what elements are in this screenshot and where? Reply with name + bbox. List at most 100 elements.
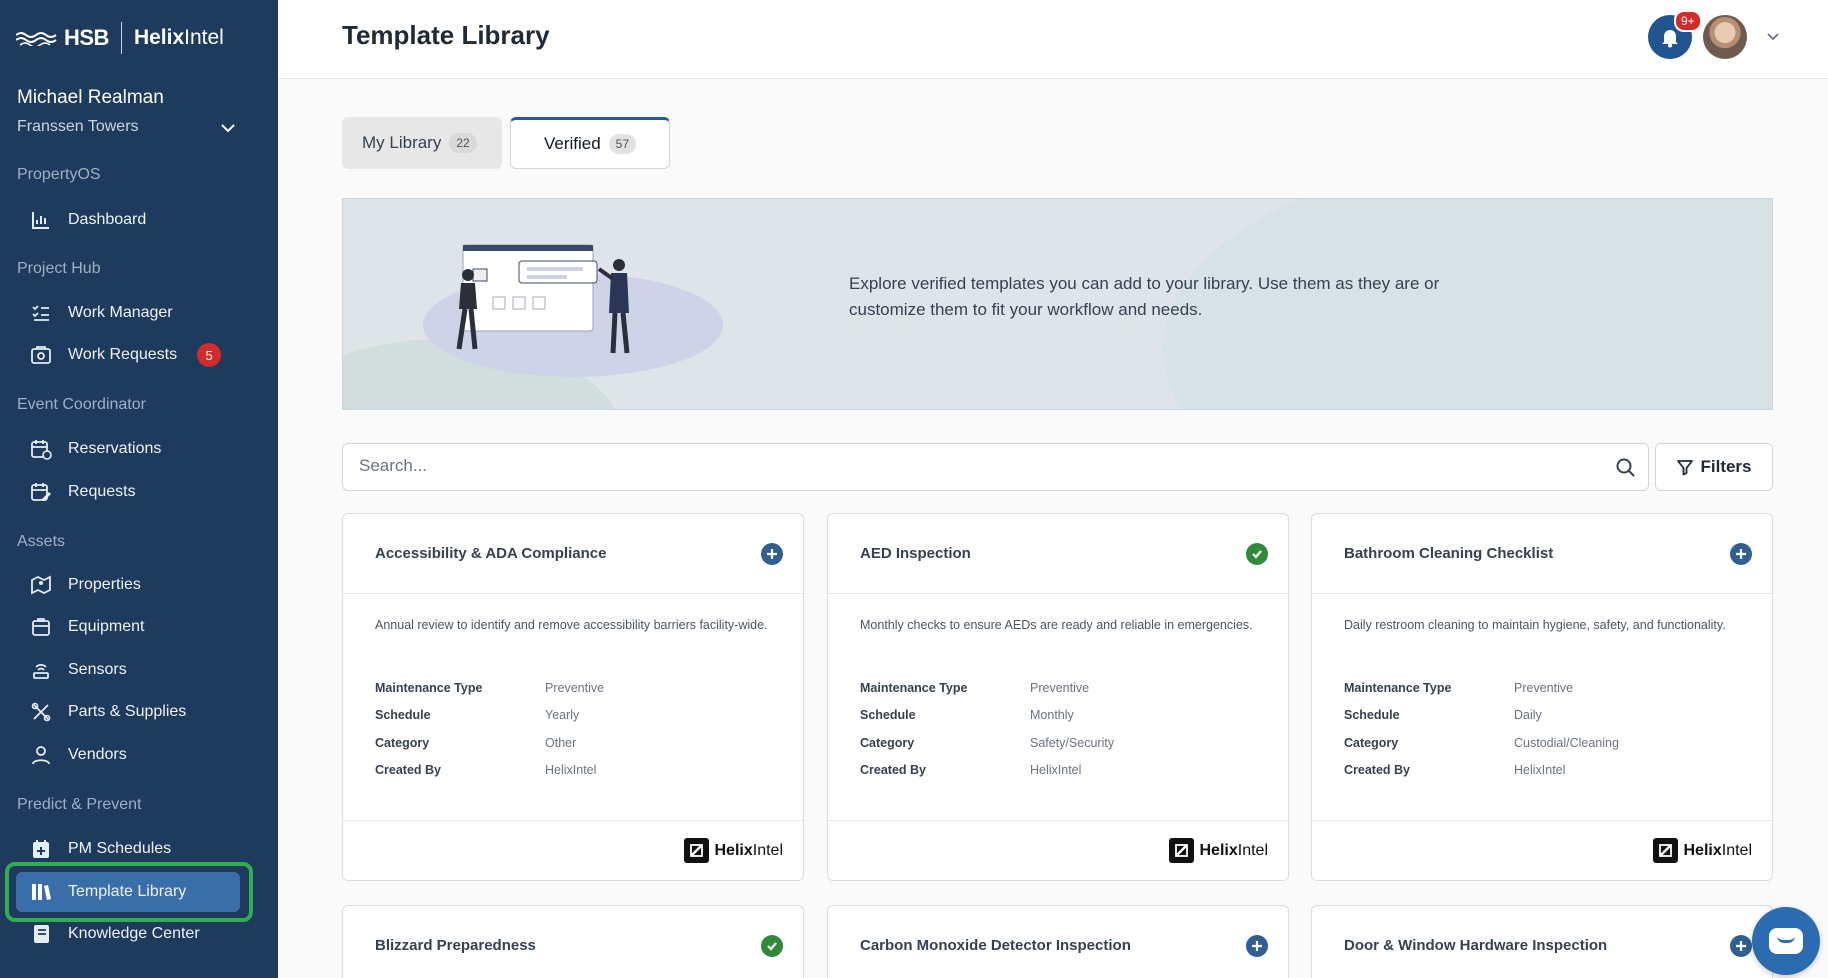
- sidebar-item-label: Requests: [68, 483, 136, 500]
- sidebar-item-vendors[interactable]: Vendors: [16, 735, 240, 775]
- sidebar-item-reservations[interactable]: Reservations: [16, 429, 240, 469]
- helixintel-logo-icon: [1168, 838, 1194, 863]
- user-name: Michael Realman: [17, 87, 164, 108]
- card-field-row: Category Safety/Security: [860, 735, 1115, 750]
- sidebar-item-label: Knowledge Center: [68, 925, 200, 942]
- sidebar-item-work-manager[interactable]: Work Manager: [16, 293, 240, 333]
- top-header: Template Library 9+: [278, 0, 1828, 79]
- add-template-button[interactable]: [761, 542, 783, 565]
- notification-count-badge: 9+: [1674, 10, 1702, 32]
- section-predict-prevent: Predict & Prevent: [17, 796, 142, 813]
- card-description: Annual review to identify and remove acc…: [375, 618, 768, 632]
- plus-icon: [1736, 940, 1746, 951]
- tools-icon: [31, 702, 51, 722]
- info-banner: Explore verified templates you can add t…: [342, 198, 1773, 410]
- template-card[interactable]: Carbon Monoxide Detector Inspection: [827, 905, 1289, 978]
- sidebar-item-label: Reservations: [68, 440, 162, 457]
- helixintel-logo-icon: [1652, 838, 1678, 863]
- tab-verified[interactable]: Verified 57: [510, 117, 670, 169]
- filter-icon: [1677, 460, 1694, 476]
- sidebar-item-equipment[interactable]: Equipment: [16, 607, 240, 647]
- card-field-row: Schedule Yearly: [375, 708, 580, 723]
- sidebar-item-sensors[interactable]: Sensors: [16, 650, 240, 690]
- helixintel-logo-icon: [683, 838, 709, 863]
- brand-divider: [120, 22, 122, 54]
- user-icon: [32, 746, 50, 765]
- card-description: Monthly checks to ensure AEDs are ready …: [860, 618, 1253, 632]
- card-header: Carbon Monoxide Detector Inspection: [828, 906, 1288, 978]
- add-template-button[interactable]: [1246, 934, 1268, 957]
- chevron-down-icon[interactable]: [1764, 27, 1782, 45]
- card-title: Blizzard Preparedness: [375, 937, 536, 954]
- page-title: Template Library: [342, 20, 550, 50]
- search-input[interactable]: [359, 456, 1559, 476]
- sidebar-item-label: Sensors: [68, 661, 127, 678]
- map-pin-icon: [31, 575, 51, 595]
- card-field-row: Created By HelixIntel: [375, 763, 597, 778]
- hsb-wordmark: HSB: [64, 25, 109, 50]
- sidebar-item-label: Work Requests: [68, 346, 178, 363]
- sidebar-item-knowledge-center[interactable]: Knowledge Center: [16, 914, 240, 954]
- chat-icon: [1769, 928, 1803, 954]
- template-card[interactable]: Accessibility & ADA Compliance Annual re…: [342, 513, 804, 881]
- hsb-waves-icon: [16, 32, 57, 46]
- sidebar-item-properties[interactable]: Properties: [16, 565, 240, 605]
- filters-button[interactable]: Filters: [1655, 443, 1773, 491]
- card-footer: HelixIntel: [1312, 820, 1772, 880]
- check-icon: [1252, 549, 1262, 559]
- template-card[interactable]: Blizzard Preparedness: [342, 905, 804, 978]
- add-template-button[interactable]: [1730, 542, 1752, 565]
- card-field-row: Maintenance Type Preventive: [1344, 680, 1574, 695]
- sensor-icon: [33, 664, 49, 679]
- equipment-icon: [32, 618, 50, 636]
- helixintel-wordmark: HelixIntel: [1199, 841, 1269, 859]
- card-title: Door & Window Hardware Inspection: [1344, 937, 1608, 954]
- brand-logo[interactable]: HSB HelixIntel: [16, 18, 224, 58]
- checklist-icon: [32, 305, 49, 321]
- tab-label: Verified: [543, 134, 601, 153]
- banner-text: Explore verified templates you can add t…: [849, 274, 1440, 319]
- card-description: Daily restroom cleaning to maintain hygi…: [1344, 618, 1726, 632]
- added-template-indicator[interactable]: [761, 934, 783, 957]
- tab-count-badge: 57: [608, 134, 637, 154]
- add-template-button[interactable]: [1730, 934, 1752, 957]
- card-footer: HelixIntel: [828, 820, 1288, 880]
- helixintel-wordmark: HelixIntel: [1683, 841, 1753, 859]
- card-header: Accessibility & ADA Compliance: [343, 514, 803, 594]
- work-requests-count-badge: 5: [197, 343, 222, 367]
- card-field-row: Created By HelixIntel: [1344, 763, 1566, 778]
- sidebar-item-work-requests[interactable]: Work Requests 5: [16, 335, 240, 375]
- card-title: Bathroom Cleaning Checklist: [1344, 545, 1554, 562]
- sidebar-item-label: Vendors: [68, 746, 127, 763]
- sidebar-item-requests[interactable]: Requests: [16, 472, 240, 512]
- property-selector[interactable]: Franssen Towers: [17, 118, 139, 136]
- sidebar: HSB HelixIntel Michael Realman Franssen …: [0, 0, 278, 978]
- sidebar-item-parts-supplies[interactable]: Parts & Supplies: [16, 692, 240, 732]
- card-field-row: Category Other: [375, 735, 577, 750]
- added-template-indicator[interactable]: [1246, 542, 1268, 565]
- chevron-down-icon[interactable]: [218, 118, 238, 138]
- tab-my-library[interactable]: My Library 22: [342, 117, 502, 169]
- card-header: Blizzard Preparedness: [343, 906, 803, 978]
- template-card[interactable]: Bathroom Cleaning Checklist Daily restro…: [1311, 513, 1773, 881]
- card-field-row: Maintenance Type Preventive: [375, 680, 605, 695]
- search-icon[interactable]: [1615, 457, 1637, 479]
- template-card[interactable]: AED Inspection Monthly checks to ensure …: [827, 513, 1289, 881]
- hsb-logo: HSB: [16, 25, 109, 51]
- card-field-row: Schedule Monthly: [860, 708, 1074, 723]
- section-propertyos: PropertyOS: [17, 166, 101, 183]
- chat-widget-button[interactable]: [1752, 907, 1820, 975]
- card-title: Carbon Monoxide Detector Inspection: [860, 937, 1131, 954]
- helixintel-wordmark: HelixIntel: [714, 841, 784, 859]
- card-title: AED Inspection: [860, 545, 971, 562]
- sidebar-item-dashboard[interactable]: Dashboard: [16, 200, 240, 240]
- tab-count-badge: 22: [449, 133, 477, 153]
- tab-label: My Library: [362, 133, 442, 152]
- calendar-plus-icon: [33, 840, 49, 858]
- search-bar: [342, 443, 1649, 491]
- template-card[interactable]: Door & Window Hardware Inspection: [1311, 905, 1773, 978]
- avatar[interactable]: [1703, 15, 1747, 59]
- sidebar-item-label: Parts & Supplies: [68, 703, 187, 720]
- card-header: Bathroom Cleaning Checklist: [1312, 514, 1772, 594]
- section-project-hub: Project Hub: [17, 260, 101, 277]
